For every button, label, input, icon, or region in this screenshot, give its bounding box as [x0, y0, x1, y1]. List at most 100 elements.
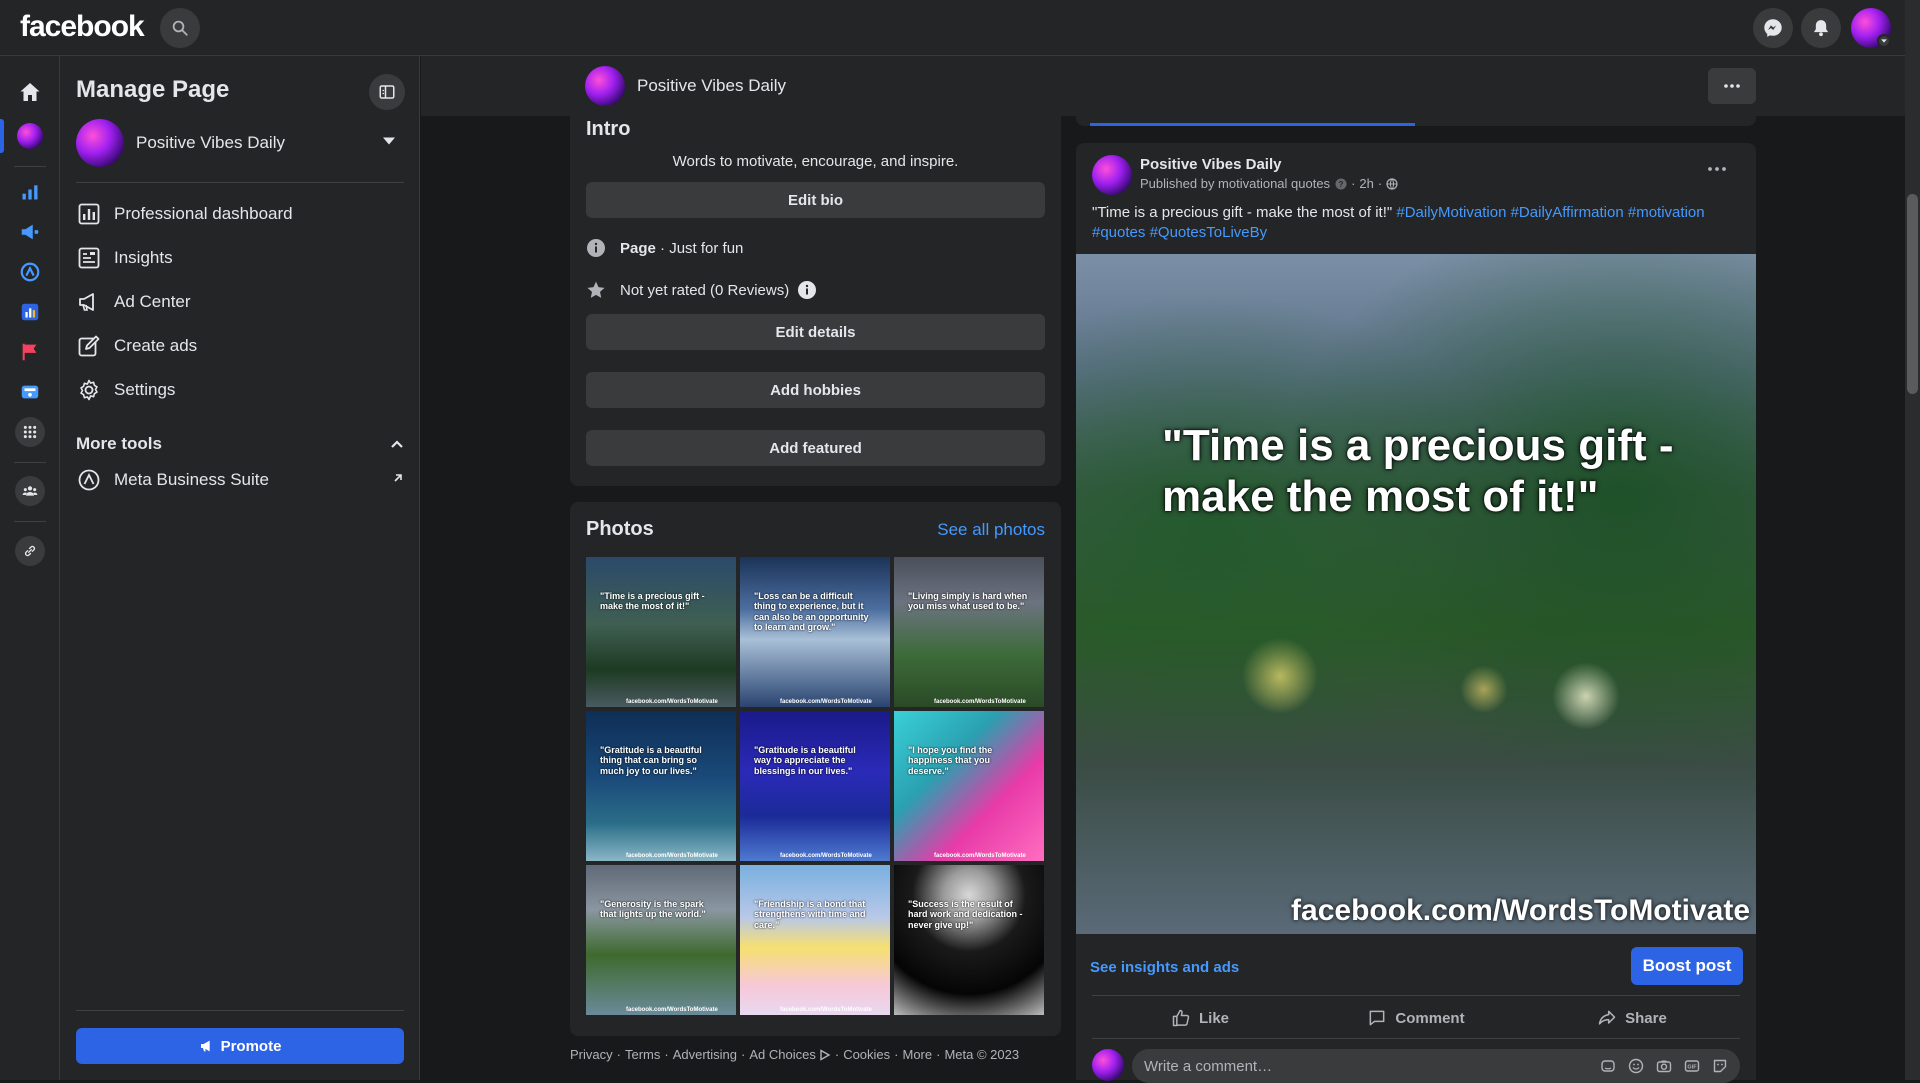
icon-rail: [0, 56, 60, 1080]
camera-icon[interactable]: [1656, 1058, 1672, 1074]
photo-thumbnail[interactable]: "I hope you find the happiness that you …: [894, 711, 1044, 861]
post-card: Positive Vibes Daily Published by motiva…: [1076, 143, 1756, 1083]
menu-item-professional-dashboard[interactable]: Professional dashboard: [76, 194, 404, 234]
photo-thumbnail[interactable]: "Gratitude is a beautiful way to appreci…: [740, 711, 890, 861]
post-author-avatar[interactable]: [1092, 155, 1132, 195]
search-icon: [171, 19, 189, 37]
pencil-icon: [76, 333, 102, 359]
photo-thumbnail[interactable]: "Success is the result of hard work and …: [894, 865, 1044, 1015]
collapse-panel-button[interactable]: [369, 74, 405, 110]
link-icon[interactable]: [15, 536, 45, 566]
footer-link-more[interactable]: More: [903, 1047, 933, 1062]
emoji-icon[interactable]: [1628, 1058, 1644, 1074]
bar-chart-icon[interactable]: [15, 177, 45, 207]
active-tab-indicator: [1090, 123, 1415, 126]
hashtag-link[interactable]: #DailyAffirmation: [1511, 204, 1624, 221]
photos-card: Photos See all photos "Time is a preciou…: [570, 502, 1061, 1036]
menu-item-create-ads[interactable]: Create ads: [76, 326, 404, 366]
divider: [1092, 995, 1740, 996]
footer-link-cookies[interactable]: Cookies: [843, 1047, 890, 1062]
megaphone-icon: [199, 1038, 215, 1054]
search-button[interactable]: [160, 8, 200, 48]
sticker-icon[interactable]: [1712, 1058, 1728, 1074]
meta-suite-icon[interactable]: [15, 257, 45, 287]
apps-grid-icon[interactable]: [15, 417, 45, 447]
more-tools-label: More tools: [76, 434, 162, 453]
share-button[interactable]: Share: [1524, 1000, 1740, 1036]
photo-thumbnail[interactable]: "Time is a precious gift - make the most…: [586, 557, 736, 707]
svg-text:GIF: GIF: [1687, 1065, 1697, 1071]
add-hobbies-button[interactable]: Add hobbies: [586, 372, 1045, 408]
rating-info-icon[interactable]: [797, 280, 817, 300]
footer-copyright: Meta © 2023: [944, 1047, 1020, 1062]
account-menu-chevron-icon[interactable]: [1877, 34, 1891, 48]
boost-post-button[interactable]: Boost post: [1631, 947, 1743, 985]
insights-icon: [76, 245, 102, 271]
commenter-avatar[interactable]: [1092, 1049, 1124, 1081]
footer-link-ad-choices[interactable]: Ad Choices: [749, 1047, 815, 1062]
post-image[interactable]: "Time is a precious gift - make the most…: [1076, 254, 1756, 934]
analytics-icon[interactable]: [15, 297, 45, 327]
page-header-name[interactable]: Positive Vibes Daily: [637, 76, 786, 96]
more-tools-toggle[interactable]: More tools: [76, 428, 404, 460]
promote-button[interactable]: Promote: [76, 1028, 404, 1064]
caret-down-icon: [382, 136, 396, 146]
menu-item-ad-center[interactable]: Ad Center: [76, 282, 404, 322]
post-more-button[interactable]: [1708, 167, 1726, 171]
menu-item-settings[interactable]: Settings: [76, 370, 404, 410]
messenger-button[interactable]: [1753, 8, 1793, 48]
post-author-name[interactable]: Positive Vibes Daily: [1140, 156, 1281, 173]
divider: [1092, 1038, 1740, 1039]
groups-icon[interactable]: [15, 476, 45, 506]
footer-link-privacy[interactable]: Privacy: [570, 1047, 613, 1062]
comment-input[interactable]: Write a comment… GIF: [1132, 1049, 1740, 1083]
ads-manager-icon[interactable]: [15, 377, 45, 407]
dashboard-icon: [76, 201, 102, 227]
megaphone-icon: [76, 289, 102, 315]
menu-item-meta-business-suite[interactable]: Meta Business Suite: [76, 460, 404, 500]
edit-bio-button[interactable]: Edit bio: [586, 182, 1045, 218]
hashtag-link[interactable]: #DailyMotivation: [1396, 204, 1506, 221]
like-button[interactable]: Like: [1092, 1000, 1308, 1036]
photo-thumbnail[interactable]: "Living simply is hard when you miss wha…: [894, 557, 1044, 707]
page-header-avatar[interactable]: [585, 66, 625, 106]
page-rating: Not yet rated (0 Reviews): [586, 280, 817, 300]
gif-icon[interactable]: GIF: [1684, 1058, 1700, 1074]
footer-links: Privacy · Terms · Advertising · Ad Choices …: [570, 1047, 1020, 1062]
edit-details-button[interactable]: Edit details: [586, 314, 1045, 350]
hashtag-link[interactable]: #QuotesToLiveBy: [1150, 224, 1268, 241]
info-icon: [586, 238, 606, 258]
avatar-sticker-icon[interactable]: [1600, 1058, 1616, 1074]
add-featured-button[interactable]: Add featured: [586, 430, 1045, 466]
page-switcher[interactable]: Positive Vibes Daily: [76, 118, 404, 168]
manage-page-panel: Manage Page Positive Vibes Daily Profess…: [60, 56, 420, 1080]
megaphone-icon[interactable]: [15, 217, 45, 247]
post-image-quote: "Time is a precious gift - make the most…: [1162, 421, 1674, 521]
gear-icon: [76, 377, 102, 403]
photo-thumbnail[interactable]: "Friendship is a bond that strengthens w…: [740, 865, 890, 1015]
external-link-icon: [392, 472, 404, 484]
see-all-photos-link[interactable]: See all photos: [937, 520, 1045, 540]
notifications-button[interactable]: [1801, 8, 1841, 48]
footer-link-terms[interactable]: Terms: [625, 1047, 660, 1062]
see-insights-link[interactable]: See insights and ads: [1090, 959, 1239, 976]
photo-thumbnail[interactable]: "Generosity is the spark that lights up …: [586, 865, 736, 1015]
footer-link-advertising[interactable]: Advertising: [673, 1047, 737, 1062]
question-icon[interactable]: ?: [1335, 178, 1347, 190]
hashtag-link[interactable]: #motivation: [1628, 204, 1705, 221]
comment-button[interactable]: Comment: [1308, 1000, 1524, 1036]
messenger-icon: [1762, 17, 1784, 39]
page-avatar-icon[interactable]: [15, 121, 45, 151]
facebook-logo[interactable]: facebook: [20, 10, 145, 44]
home-icon[interactable]: [15, 77, 45, 107]
photo-thumbnail[interactable]: "Gratitude is a beautiful thing that can…: [586, 711, 736, 861]
post-time[interactable]: 2h: [1359, 176, 1373, 191]
menu-item-insights[interactable]: Insights: [76, 238, 404, 278]
page-more-button[interactable]: [1708, 68, 1756, 104]
hashtag-link[interactable]: #quotes: [1092, 224, 1145, 241]
page-scrollbar[interactable]: [1905, 0, 1920, 1080]
scrollbar-thumb[interactable]: [1907, 194, 1918, 394]
svg-text:?: ?: [1339, 180, 1344, 189]
flag-icon[interactable]: [15, 337, 45, 367]
photo-thumbnail[interactable]: "Loss can be a difficult thing to experi…: [740, 557, 890, 707]
